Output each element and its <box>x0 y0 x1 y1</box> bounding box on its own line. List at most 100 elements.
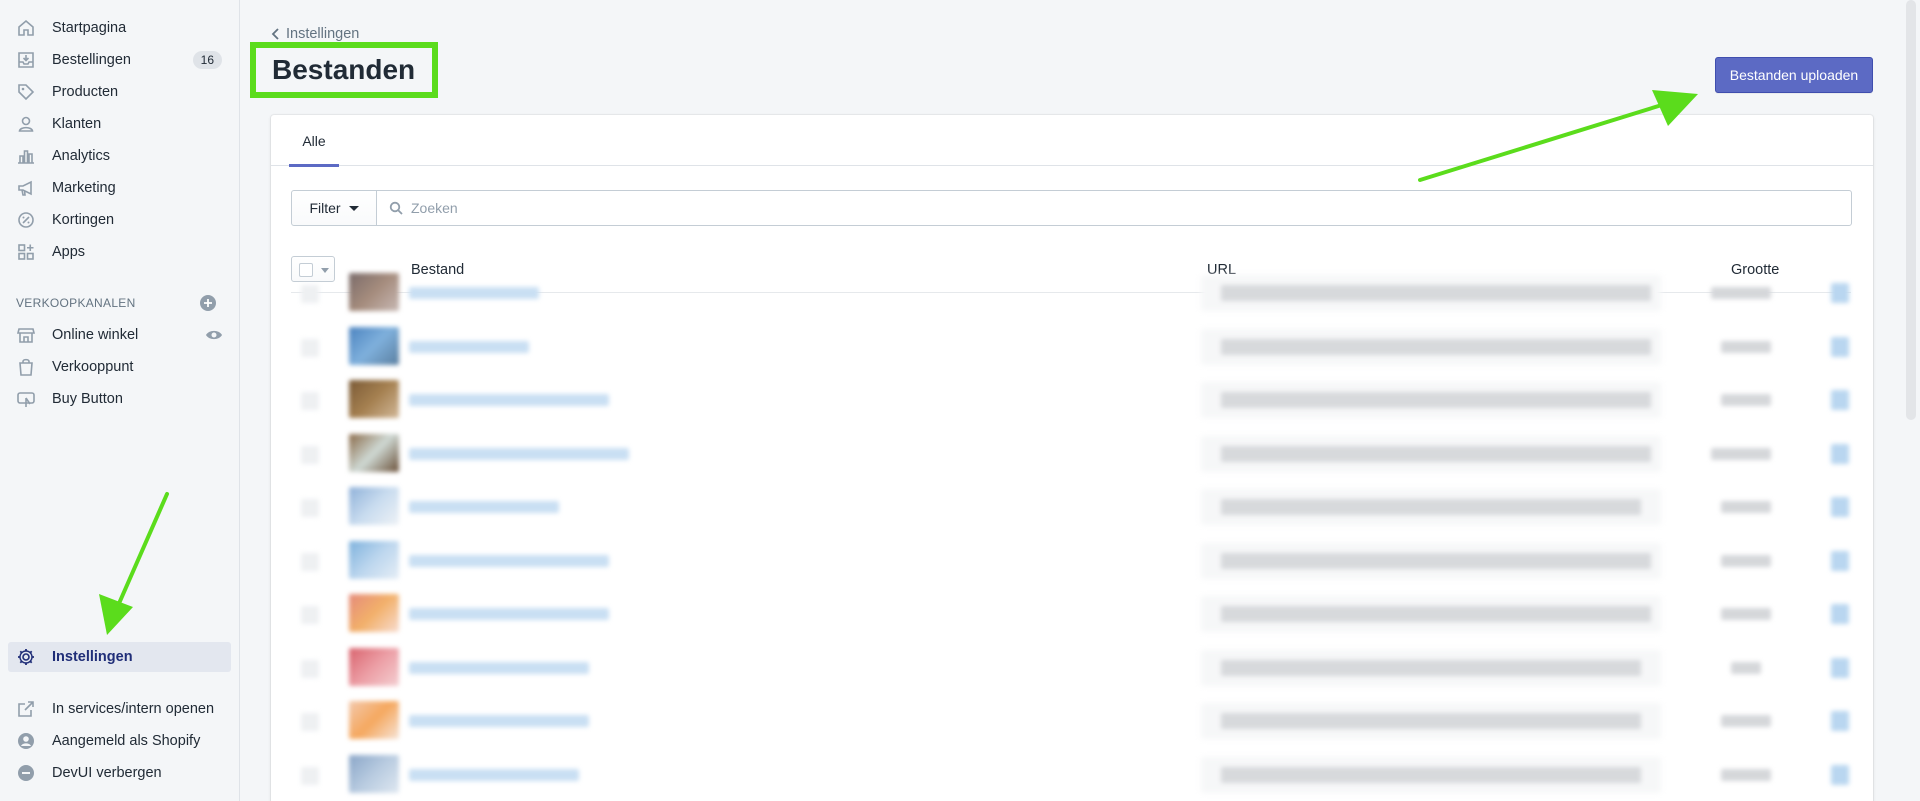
row-checkbox[interactable] <box>301 713 319 731</box>
user-circle-icon <box>16 731 36 751</box>
file-thumbnail <box>349 594 399 632</box>
nav-label: In services/intern openen <box>52 701 215 717</box>
table-row[interactable] <box>291 749 1851 801</box>
nav-label: Aangemeld als Shopify <box>52 733 201 749</box>
table-row[interactable] <box>291 535 1851 588</box>
nav-label: Analytics <box>52 148 111 164</box>
nav-item-analytics[interactable]: Analytics <box>8 141 231 171</box>
files-card: Alle Filter Bestand URL Grootte <box>271 115 1873 801</box>
table-row[interactable] <box>291 374 1851 427</box>
nav-item-producten[interactable]: Producten <box>8 77 231 107</box>
gear-icon <box>16 647 36 667</box>
nav-label: Online winkel <box>52 327 139 343</box>
file-size <box>1711 447 1771 460</box>
discount-icon <box>16 210 36 230</box>
copy-link-icon[interactable] <box>1831 550 1849 571</box>
eye-icon[interactable] <box>205 326 223 344</box>
copy-link-icon[interactable] <box>1831 604 1849 624</box>
row-checkbox[interactable] <box>301 338 319 357</box>
table-row[interactable] <box>291 428 1851 481</box>
file-thumbnail <box>349 647 399 686</box>
file-url <box>1221 606 1651 622</box>
file-url <box>1221 713 1641 729</box>
tab-alle[interactable]: Alle <box>289 115 339 167</box>
search-field[interactable] <box>376 190 1852 226</box>
file-url <box>1221 285 1651 301</box>
home-icon <box>16 18 36 38</box>
file-url <box>1221 659 1641 676</box>
nav-item-buy-button[interactable]: Buy Button <box>8 384 231 414</box>
scrollbar[interactable] <box>1906 0 1916 420</box>
row-checkbox[interactable] <box>301 499 319 517</box>
row-checkbox[interactable] <box>301 606 319 624</box>
file-url <box>1221 445 1651 462</box>
file-name-link[interactable] <box>409 447 629 460</box>
table-row[interactable] <box>291 695 1851 748</box>
file-url <box>1221 766 1641 783</box>
copy-link-icon[interactable] <box>1831 443 1849 464</box>
file-thumbnail <box>349 701 399 739</box>
copy-link-icon[interactable] <box>1831 497 1849 517</box>
row-checkbox[interactable] <box>301 766 319 785</box>
table-row[interactable] <box>291 267 1851 320</box>
row-checkbox[interactable] <box>301 445 319 464</box>
file-size <box>1731 661 1761 674</box>
buy-button-icon <box>16 389 36 409</box>
table-row[interactable] <box>291 642 1851 695</box>
nav-item-bestellingen[interactable]: Bestellingen 16 <box>8 45 231 75</box>
file-size <box>1721 554 1771 567</box>
copy-link-icon[interactable] <box>1831 711 1849 731</box>
file-name-link[interactable] <box>409 554 609 567</box>
breadcrumb[interactable]: Instellingen <box>270 26 359 42</box>
nav-item-online-winkel[interactable]: Online winkel <box>8 320 231 350</box>
file-name-link[interactable] <box>409 608 609 620</box>
nav-item-marketing[interactable]: Marketing <box>8 173 231 203</box>
row-checkbox[interactable] <box>301 285 319 303</box>
row-checkbox[interactable] <box>301 552 319 571</box>
nav-item-startpagina[interactable]: Startpagina <box>8 13 231 43</box>
file-url <box>1221 338 1651 355</box>
nav-label: Bestellingen <box>52 52 131 68</box>
row-checkbox[interactable] <box>301 659 319 678</box>
file-size <box>1721 768 1771 781</box>
copy-link-icon[interactable] <box>1831 336 1849 357</box>
nav-item-verkooppunt[interactable]: Verkooppunt <box>8 352 231 382</box>
nav-label: Instellingen <box>52 649 133 665</box>
breadcrumb-label: Instellingen <box>286 26 360 42</box>
sales-channels-heading: VERKOOPKANALEN <box>16 296 136 310</box>
signed-in-as-link[interactable]: Aangemeld als Shopify <box>8 726 231 756</box>
nav-item-klanten[interactable]: Klanten <box>8 109 231 139</box>
nav-item-kortingen[interactable]: Kortingen <box>8 205 231 235</box>
nav-label: Producten <box>52 84 119 100</box>
table-row[interactable] <box>291 588 1851 641</box>
megaphone-icon <box>16 178 36 198</box>
table-row[interactable] <box>291 481 1851 534</box>
bag-icon <box>16 357 36 377</box>
file-name-link[interactable] <box>409 661 589 674</box>
file-name-link[interactable] <box>409 501 559 513</box>
row-checkbox[interactable] <box>301 392 319 410</box>
nav-item-apps[interactable]: Apps <box>8 237 231 267</box>
add-channel-icon[interactable] <box>199 294 217 312</box>
copy-link-icon[interactable] <box>1831 390 1849 410</box>
file-size <box>1721 608 1771 620</box>
copy-link-icon[interactable] <box>1831 657 1849 678</box>
file-name-link[interactable] <box>409 287 539 299</box>
file-thumbnail <box>349 754 399 793</box>
hide-devui-link[interactable]: DevUI verbergen <box>8 758 231 788</box>
file-name-link[interactable] <box>409 340 529 353</box>
upload-files-button[interactable]: Bestanden uploaden <box>1715 57 1873 93</box>
copy-link-icon[interactable] <box>1831 283 1849 303</box>
table-row[interactable] <box>291 321 1851 374</box>
filter-button[interactable]: Filter <box>291 190 377 226</box>
file-name-link[interactable] <box>409 768 579 781</box>
file-size <box>1721 715 1771 727</box>
open-internal-services-link[interactable]: In services/intern openen <box>8 694 231 724</box>
external-link-icon <box>16 699 36 719</box>
file-url <box>1221 499 1641 515</box>
search-input[interactable] <box>411 200 1811 216</box>
file-name-link[interactable] <box>409 394 609 406</box>
file-name-link[interactable] <box>409 715 589 727</box>
copy-link-icon[interactable] <box>1831 764 1849 785</box>
nav-item-instellingen[interactable]: Instellingen <box>8 642 231 672</box>
